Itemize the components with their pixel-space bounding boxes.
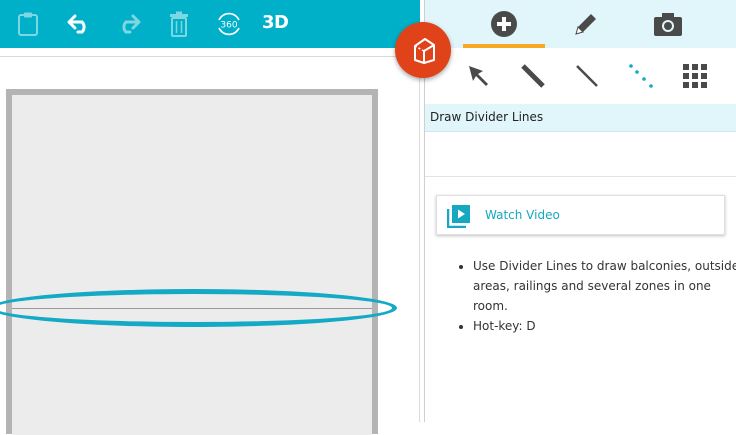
clipboard-icon[interactable] xyxy=(10,6,46,42)
tool-wall[interactable] xyxy=(517,60,549,92)
3d-view-button[interactable]: 3D xyxy=(262,12,289,33)
canvas-divider xyxy=(0,56,419,57)
highlight-ellipse xyxy=(0,289,397,327)
watch-video-button[interactable]: Watch Video xyxy=(436,195,725,235)
tab-camera[interactable] xyxy=(627,0,709,48)
tab-edit[interactable] xyxy=(545,0,627,48)
drawing-tools xyxy=(425,48,736,105)
tool-title: Draw Divider Lines xyxy=(430,110,544,124)
pencil-icon xyxy=(575,14,596,35)
divider-line-icon xyxy=(576,65,598,87)
tool-dimension[interactable] xyxy=(625,60,657,92)
tool-options-area xyxy=(425,132,736,177)
grid-icon xyxy=(683,64,707,88)
tool-select[interactable] xyxy=(463,60,495,92)
trash-icon[interactable] xyxy=(161,6,197,42)
redo-icon[interactable] xyxy=(111,6,147,42)
dotted-line-icon xyxy=(629,64,653,88)
360-label: 360 xyxy=(220,21,237,31)
tool-divider[interactable] xyxy=(571,60,603,92)
side-panel: Draw Divider Lines Watch Video Use Divid… xyxy=(424,0,736,422)
top-toolbar: 360 3D xyxy=(0,0,420,48)
help-list: Use Divider Lines to draw balconies, out… xyxy=(455,256,736,336)
help-item: Hot-key: D xyxy=(473,316,736,336)
video-play-icon xyxy=(447,205,470,228)
room-floor[interactable] xyxy=(12,95,372,435)
help-item: Use Divider Lines to draw balconies, out… xyxy=(473,256,736,316)
undo-icon[interactable] xyxy=(61,6,97,42)
select-arrow-icon xyxy=(469,66,488,86)
add-icon xyxy=(491,11,517,37)
tab-add[interactable] xyxy=(463,0,545,48)
panel-tabs xyxy=(425,0,736,48)
house-outline-icon xyxy=(414,38,435,64)
tool-grid[interactable] xyxy=(679,60,711,92)
360-view-icon[interactable]: 360 xyxy=(211,6,247,42)
camera-icon xyxy=(654,13,682,36)
house-fab-button[interactable] xyxy=(395,22,451,78)
tool-title-bar: Draw Divider Lines xyxy=(425,104,736,132)
watch-video-label: Watch Video xyxy=(485,208,560,222)
wall-line-icon xyxy=(521,64,545,88)
